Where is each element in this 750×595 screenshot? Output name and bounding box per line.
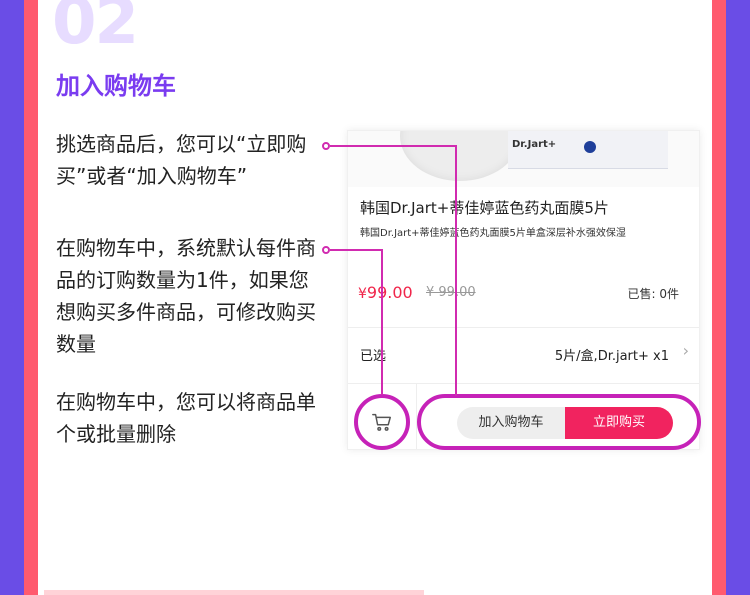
price-value: 99.00 (366, 283, 413, 302)
face-mask-image (400, 131, 520, 181)
cart-icon (372, 413, 391, 431)
box-brand: Dr.Jart+ (512, 139, 557, 150)
connector-line (455, 145, 457, 396)
product-subtitle: 韩国Dr.Jart+蒂佳婷蓝色药丸面膜5片单盒深层补水强效保湿 (360, 228, 626, 239)
currency-symbol: ¥ (358, 286, 367, 302)
divider (348, 383, 699, 384)
chevron-right-icon[interactable]: › (683, 341, 689, 360)
connector-dot (322, 142, 330, 150)
description-quantity: 在购物车中，系统默认每件商品的订购数量为1件，如果您想购买多件商品，可修改购买数… (56, 236, 316, 356)
add-to-cart-button[interactable]: 加入购物车 (457, 407, 565, 439)
divider (348, 327, 699, 328)
product-image: Dr.Jart+ (348, 131, 699, 187)
bottom-strip (44, 590, 424, 595)
section-title: 加入购物车 (56, 72, 176, 100)
connector-line (330, 145, 456, 147)
right-border (712, 0, 726, 595)
left-border (24, 0, 38, 595)
cart-button[interactable] (354, 394, 410, 450)
connector-dot (322, 246, 330, 254)
connector-line (330, 249, 382, 251)
original-price: ¥ 99.00 (426, 285, 476, 300)
buy-now-button[interactable]: 立即购买 (565, 407, 673, 439)
step-number: 02 (52, 0, 139, 59)
product-price: ¥99.00 (358, 283, 413, 302)
sold-count: 已售: 0件 (627, 287, 680, 301)
spec-value[interactable]: 5片/盒,Dr.jart+ x1 (555, 345, 669, 364)
description-delete: 在购物车中，您可以将商品单个或批量删除 (56, 390, 316, 446)
connector-line (381, 249, 383, 395)
product-title: 韩国Dr.Jart+蒂佳婷蓝色药丸面膜5片 (360, 199, 609, 217)
description-buy: 挑选商品后，您可以“立即购买”或者“加入购物车” (56, 132, 307, 188)
brand-logo-icon (584, 141, 596, 153)
action-buttons-group: 加入购物车 立即购买 (417, 394, 701, 450)
